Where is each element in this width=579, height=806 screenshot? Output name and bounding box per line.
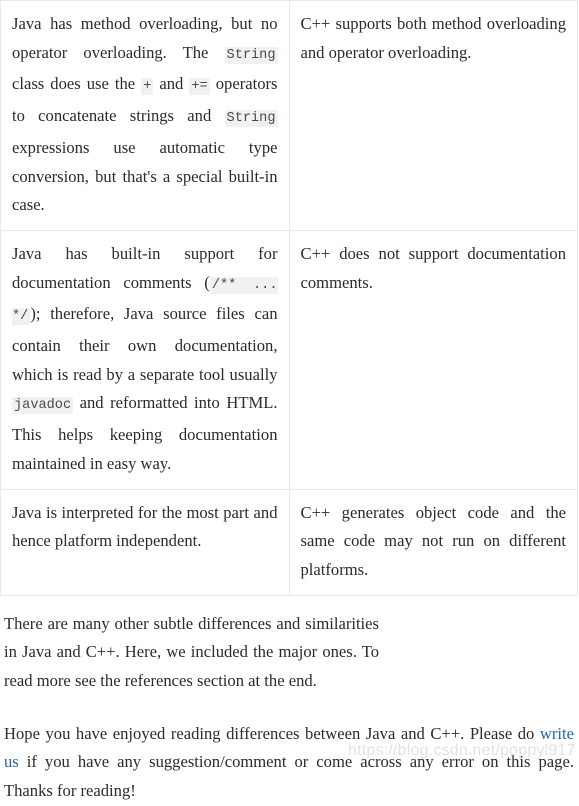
inline-code: + — [141, 78, 154, 96]
write-us-link[interactable]: write us — [4, 724, 574, 772]
summary-paragraph: There are many other subtle differences … — [4, 613, 379, 691]
cell-paragraph: C++ does not support documentation comme… — [300, 243, 567, 292]
cell-paragraph: Java has method overloading, but no oper… — [12, 14, 278, 215]
comparison-table-body: Java has method overloading, but no oper… — [0, 0, 578, 596]
inline-code: String — [224, 110, 278, 128]
table-cell-java: Java has built-in support for documentat… — [0, 229, 290, 490]
closing-paragraph: Hope you have enjoyed reading difference… — [4, 723, 574, 801]
inline-code: += — [189, 78, 210, 96]
inline-code: String — [224, 46, 278, 64]
inline-code: /** ... */ — [12, 276, 278, 326]
cell-paragraph: Java is interpreted for the most part an… — [12, 502, 278, 551]
inline-code: javadoc — [12, 397, 74, 415]
cell-paragraph: C++ supports both method overloading and… — [300, 14, 567, 62]
table-cell-cpp: C++ does not support documentation comme… — [288, 229, 578, 490]
table-row: Java is interpreted for the most part an… — [0, 488, 578, 596]
java-cpp-comparison-table: Java has method overloading, but no oper… — [0, 0, 578, 596]
table-row: Java has built-in support for documentat… — [0, 229, 578, 490]
table-cell-java: Java has method overloading, but no oper… — [0, 0, 290, 231]
cell-paragraph: Java has built-in support for documentat… — [12, 243, 278, 473]
table-row: Java has method overloading, but no oper… — [0, 0, 578, 231]
table-cell-cpp: C++ generates object code and the same c… — [288, 488, 578, 596]
table-cell-cpp: C++ supports both method overloading and… — [288, 0, 578, 231]
cell-paragraph: C++ generates object code and the same c… — [300, 502, 567, 579]
document-body: Java has method overloading, but no oper… — [0, 0, 579, 806]
table-cell-java: Java is interpreted for the most part an… — [0, 488, 290, 596]
